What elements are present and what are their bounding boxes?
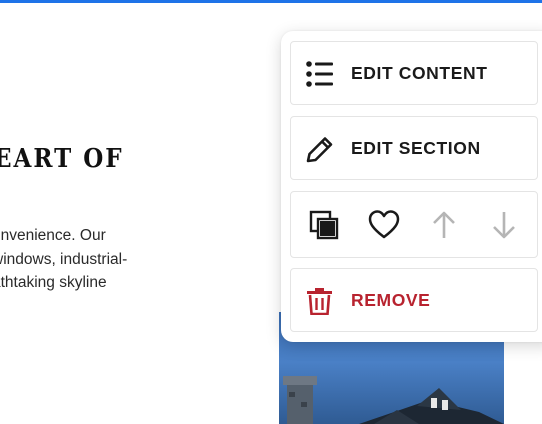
move-up-button[interactable]: [428, 209, 460, 241]
section-body-text: onvenience. Our windows, industrial- ath…: [0, 224, 167, 295]
edit-section-label: EDIT SECTION: [351, 138, 481, 158]
top-accent-bar: [0, 0, 542, 3]
list-icon: [306, 61, 333, 87]
remove-label: REMOVE: [351, 290, 431, 310]
arrow-up-icon: [433, 211, 455, 238]
body-line: windows, industrial-: [0, 250, 128, 268]
move-down-button[interactable]: [488, 209, 520, 241]
arrow-down-icon: [493, 212, 515, 239]
section-context-menu: EDIT CONTENT EDIT SECTION REMOVE: [281, 31, 542, 342]
trash-icon: [307, 288, 332, 315]
edit-content-button[interactable]: EDIT CONTENT: [290, 41, 538, 105]
body-line: onvenience. Our: [0, 227, 106, 244]
body-line: athtaking skyline: [0, 274, 107, 291]
heart-icon: [368, 210, 400, 239]
section-actions-row: [290, 191, 538, 258]
edit-content-label: EDIT CONTENT: [351, 63, 488, 83]
edit-section-button[interactable]: EDIT SECTION: [290, 116, 538, 180]
section-heading: EART OF: [0, 143, 124, 175]
duplicate-icon: [309, 210, 339, 240]
favorite-button[interactable]: [368, 209, 400, 241]
pencil-icon: [306, 137, 333, 163]
duplicate-button[interactable]: [308, 209, 340, 241]
remove-button[interactable]: REMOVE: [290, 268, 538, 332]
